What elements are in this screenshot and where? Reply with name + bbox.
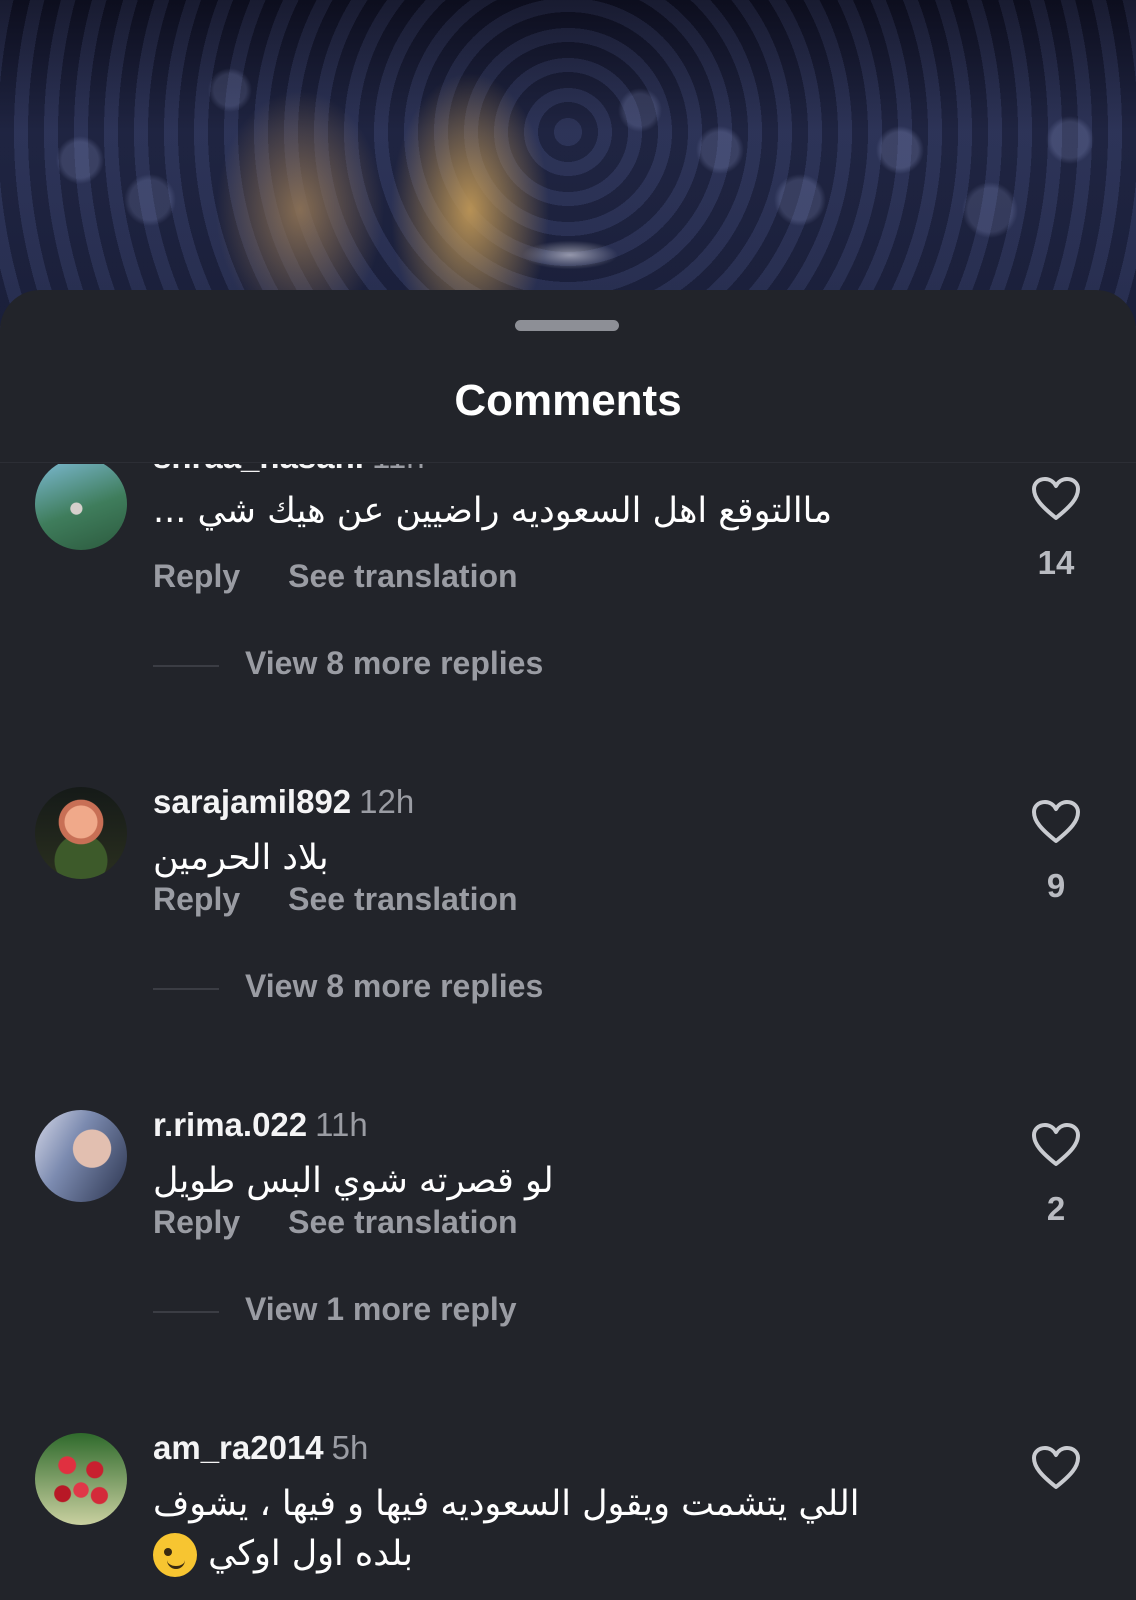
reply-button[interactable]: Reply [153,558,240,594]
heart-icon [1032,1123,1080,1166]
heart-icon [1032,477,1080,520]
replies-divider [153,987,219,990]
avatar[interactable] [35,1110,127,1202]
like-count: 14 [1037,544,1075,581]
like-count: 2 [1046,1190,1066,1227]
comment-list[interactable]: shraa_hasani 11h ماالتوقع اهل السعوديه را… [0,464,1136,1600]
view-replies-button[interactable]: View 1 more reply [153,1291,517,1328]
like-button[interactable]: 9 [1026,799,1086,905]
comment-actions: Reply See translation [153,1204,518,1241]
username[interactable]: shraa_hasani [153,464,364,475]
like-button[interactable]: 14 [1026,476,1086,582]
heart-icon [1032,1446,1080,1489]
see-translation-button[interactable]: See translation [288,881,517,917]
avatar[interactable] [35,1433,127,1525]
see-translation-button[interactable]: See translation [288,558,517,594]
comments-sheet: Comments shraa_hasani 11h ماالتوقع اهل ال… [0,290,1136,1600]
view-replies-button[interactable]: View 8 more replies [153,968,543,1005]
see-translation-button[interactable]: See translation [288,1204,517,1240]
comment-meta: sarajamil892 12h [153,783,414,821]
timestamp: 12h [359,783,415,820]
comment-text-fragment: بلده اول اوكي [208,1534,413,1574]
avatar[interactable] [35,464,127,550]
comment-meta: am_ra2014 5h [153,1429,368,1467]
comment-meta: shraa_hasani 11h [153,464,425,476]
comment-text-line-2: بلده اول اوكي [153,1529,913,1579]
comment-text: ماالتوقع اهل السعوديه راضيين عن هيك شي .… [153,491,833,531]
replies-divider [153,1310,219,1313]
sheet-title: Comments [454,376,682,425]
crowd-image [0,0,1136,330]
timestamp: 11h [315,1106,368,1143]
replies-divider [153,664,219,667]
drag-handle[interactable] [515,320,619,331]
like-button[interactable]: 2 [1026,1122,1086,1228]
comment-text: لو قصرته شوي البس طويل [153,1161,554,1201]
comment-meta: r.rima.022 11h [153,1106,368,1144]
view-replies-label: View 1 more reply [245,1291,517,1327]
username[interactable]: r.rima.022 [153,1106,307,1143]
username[interactable]: am_ra2014 [153,1429,324,1466]
winking-face-emoji-icon [153,1533,197,1577]
comment-text: بلاد الحرمين [153,838,329,878]
video-background [0,0,1136,330]
comment-text: اللي يتشمت ويقول السعوديه فيها و فيها ، … [153,1479,913,1579]
view-replies-button[interactable]: View 8 more replies [153,645,543,682]
comment-actions: Reply See translation [153,881,518,918]
title-divider [0,462,1136,463]
timestamp: 11h [372,464,425,475]
view-replies-label: View 8 more replies [245,645,544,681]
timestamp: 5h [331,1429,369,1466]
username[interactable]: sarajamil892 [153,783,351,820]
like-count: 9 [1046,867,1066,904]
avatar[interactable] [35,787,127,879]
comment-text-line: اللي يتشمت ويقول السعوديه فيها و فيها ، … [153,1484,860,1524]
like-button[interactable] [1026,1445,1086,1491]
view-replies-label: View 8 more replies [245,968,544,1004]
reply-button[interactable]: Reply [153,1204,240,1240]
comment-actions: Reply See translation [153,558,518,595]
heart-icon [1032,800,1080,843]
reply-button[interactable]: Reply [153,881,240,917]
